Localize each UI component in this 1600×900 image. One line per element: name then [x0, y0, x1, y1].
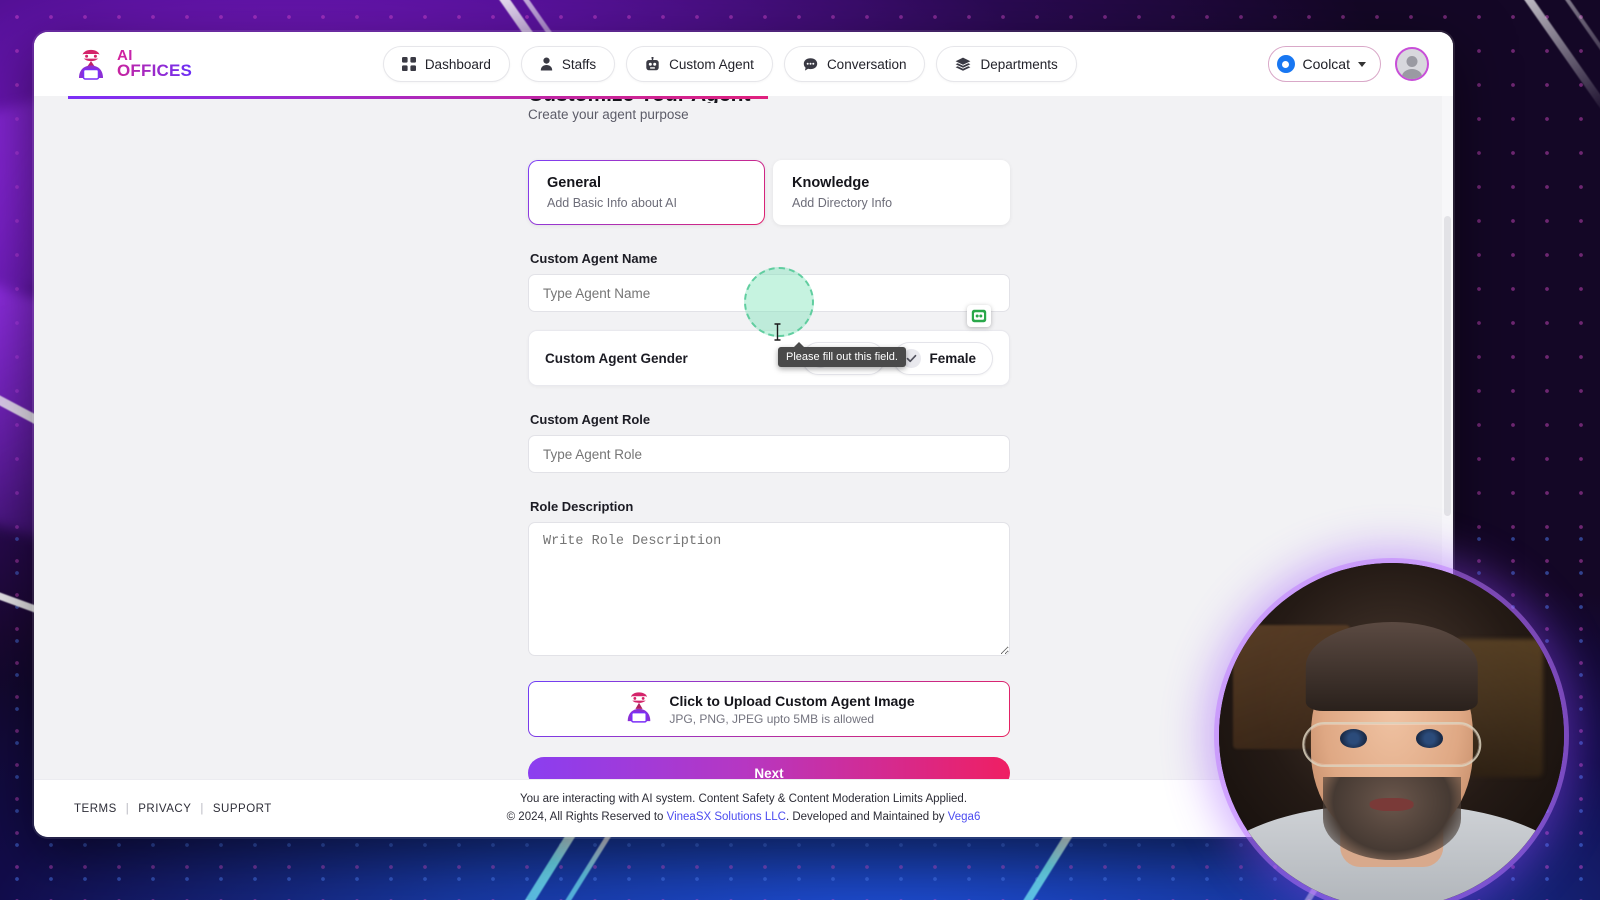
- layers-icon: [955, 57, 971, 71]
- grid-icon: [401, 57, 416, 71]
- gender-option-label: Female: [929, 350, 976, 366]
- agent-gender-label: Custom Agent Gender: [545, 350, 688, 366]
- next-button[interactable]: Next: [528, 757, 1010, 779]
- footer-divider: |: [200, 802, 204, 815]
- nav-label: Dashboard: [424, 56, 491, 72]
- gender-option-female[interactable]: Female: [893, 341, 993, 375]
- page-header: Customize Your Agent Create your agent p…: [34, 96, 1453, 122]
- webcam-person-eye-left: [1339, 728, 1368, 748]
- chevron-down-icon: [1357, 61, 1366, 67]
- tab-general[interactable]: General Add Basic Info about AI: [528, 160, 765, 225]
- nav-item-staffs[interactable]: Staffs: [520, 46, 616, 82]
- webcam-person-glasses: [1301, 721, 1482, 767]
- person-icon: [540, 57, 553, 71]
- tab-subtitle: Add Basic Info about AI: [547, 196, 677, 210]
- robot-icon: [645, 56, 660, 72]
- nav-item-custom-agent[interactable]: Custom Agent: [626, 46, 773, 82]
- copyright-middle: . Developed and Maintained by: [785, 810, 948, 823]
- nav-label: Departments: [980, 56, 1058, 72]
- upload-subtitle: JPG, PNG, JPEG upto 5MB is allowed: [669, 711, 875, 726]
- nav-item-conversation[interactable]: Conversation: [783, 46, 926, 82]
- footer-link-privacy[interactable]: PRIVACY: [138, 803, 191, 815]
- agent-name-input[interactable]: [528, 274, 1010, 312]
- nav-label: Custom Agent: [669, 56, 754, 72]
- company-link[interactable]: VineaSX Solutions LLC: [667, 811, 786, 823]
- agent-gender-row: Custom Agent Gender Male Fem: [528, 330, 1010, 386]
- validation-tooltip: Please fill out this field.: [778, 342, 906, 367]
- brand-text: AI OFFICES: [117, 47, 193, 81]
- footer-links: TERMS | PRIVACY | SUPPORT: [74, 803, 272, 815]
- agent-name-label: Custom Agent Name: [530, 251, 658, 266]
- robot-avatar-icon: [74, 47, 108, 81]
- webcam-person-hair: [1305, 621, 1478, 712]
- role-description-label: Role Description: [530, 499, 634, 514]
- agent-role-input[interactable]: [528, 435, 1010, 473]
- upload-title: Click to Upload Custom Agent Image: [669, 692, 915, 709]
- chat-bubble-icon: [803, 57, 818, 72]
- role-description-textarea[interactable]: [528, 522, 1010, 656]
- footer-divider: |: [125, 802, 130, 815]
- brand-logo[interactable]: AI OFFICES: [74, 47, 192, 81]
- copyright-prefix: © 2024, All Rights Reserved to: [506, 810, 667, 823]
- user-name-label: Coolcat: [1302, 56, 1350, 72]
- page-subtitle: Create your agent purpose: [528, 107, 689, 122]
- agent-form: General Add Basic Info about AI Knowledg…: [528, 160, 1010, 779]
- tab-subtitle: Add Directory Info: [792, 196, 893, 210]
- user-menu-button[interactable]: Coolcat: [1267, 46, 1381, 82]
- agent-role-label: Custom Agent Role: [530, 412, 651, 427]
- wizard-tabs: General Add Basic Info about AI Knowledg…: [528, 160, 1010, 225]
- footer-link-support[interactable]: SUPPORT: [213, 803, 272, 815]
- top-navigation-bar: AI OFFICES Dashboard Staffs Custom Agent…: [34, 32, 1453, 96]
- webcam-person-beard: [1322, 776, 1461, 860]
- primary-navigation: Dashboard Staffs Custom Agent Conversati…: [382, 46, 1077, 82]
- webcam-person-eye-right: [1415, 728, 1444, 748]
- account-circle-icon: [1276, 55, 1295, 73]
- upload-agent-image-button[interactable]: Click to Upload Custom Agent Image JPG, …: [528, 681, 1010, 737]
- tab-title: Knowledge: [792, 175, 870, 191]
- robot-avatar-icon: [623, 690, 655, 729]
- nav-item-dashboard[interactable]: Dashboard: [382, 46, 510, 82]
- nav-item-departments[interactable]: Departments: [936, 46, 1077, 82]
- webcam-video-overlay: [1219, 563, 1564, 900]
- maintainer-link[interactable]: Vega6: [948, 811, 981, 823]
- scrollbar-thumb[interactable]: [1444, 216, 1451, 516]
- nav-label: Conversation: [826, 56, 907, 72]
- brand-line-2: OFFICES: [117, 61, 193, 81]
- tab-knowledge[interactable]: Knowledge Add Directory Info: [773, 160, 1010, 225]
- upload-text: Click to Upload Custom Agent Image JPG, …: [669, 693, 914, 726]
- tab-title: General: [547, 175, 601, 191]
- password-manager-badge-icon[interactable]: [967, 305, 991, 327]
- nav-label: Staffs: [561, 56, 597, 72]
- footer-link-terms[interactable]: TERMS: [74, 803, 117, 815]
- wizard-progress-bar: [68, 96, 768, 99]
- user-avatar[interactable]: [1394, 47, 1429, 81]
- webcam-person-mouth: [1369, 797, 1414, 812]
